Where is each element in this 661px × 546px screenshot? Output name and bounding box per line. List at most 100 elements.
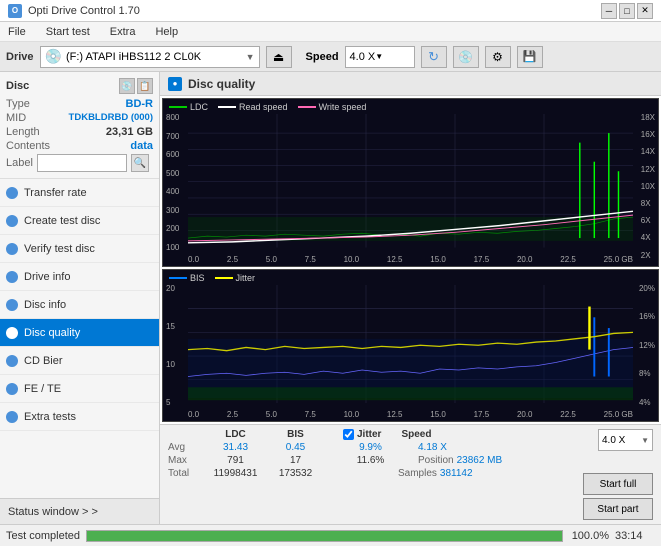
jitter-header: Jitter	[357, 429, 381, 440]
bis-legend: BIS	[169, 273, 205, 283]
speed-select-box[interactable]: 4.0 X ▼	[598, 429, 653, 451]
col-ldc-header: LDC	[203, 429, 268, 440]
nav-drive-info[interactable]: Drive info	[0, 263, 159, 291]
close-button[interactable]: ✕	[637, 3, 653, 19]
total-label: Total	[168, 468, 203, 479]
bottom-chart: BIS Jitter 20% 16% 12% 8% 4%	[162, 269, 659, 422]
mid-value: TDKBLDRBD (000)	[69, 112, 153, 124]
progress-section: Test completed 100.0% 33:14	[0, 524, 661, 546]
nav-cd-bier[interactable]: CD Bier	[0, 347, 159, 375]
type-value: BD-R	[126, 98, 154, 110]
menu-extra[interactable]: Extra	[106, 24, 140, 40]
app-icon: O	[8, 4, 22, 18]
disc-type-row: Type BD-R	[6, 98, 153, 110]
drive-info-icon	[6, 271, 18, 283]
window-controls: ─ □ ✕	[601, 3, 653, 19]
top-chart-legend: LDC Read speed Write speed	[169, 102, 366, 112]
bottom-controls: LDC BIS Jitter Speed Avg 31.43	[160, 424, 661, 524]
speed-select[interactable]: 4.0 X ▼	[345, 46, 415, 68]
contents-label: Contents	[6, 140, 50, 152]
jitter-legend: Jitter	[215, 273, 256, 283]
top-chart: LDC Read speed Write speed 18X 16X 14X	[162, 98, 659, 267]
read-speed-legend-label: Read speed	[239, 102, 288, 112]
bottom-chart-legend: BIS Jitter	[169, 273, 255, 283]
transfer-rate-icon	[6, 187, 18, 199]
nav-fe-te[interactable]: FE / TE	[0, 375, 159, 403]
type-label: Type	[6, 98, 30, 110]
jitter-checkbox-area: Jitter	[343, 429, 381, 440]
status-window-label: Status window > >	[8, 506, 98, 518]
menu-file[interactable]: File	[4, 24, 30, 40]
jitter-checkbox[interactable]	[343, 429, 354, 440]
disc-info-icon	[6, 299, 18, 311]
start-full-button[interactable]: Start full	[583, 473, 653, 495]
drive-select[interactable]: 💿 (F:) ATAPI iHBS112 2 CL0K ▼	[40, 46, 260, 68]
verify-test-disc-icon	[6, 243, 18, 255]
panel-icon: ●	[168, 77, 182, 91]
save-button[interactable]: 💾	[517, 46, 543, 68]
speed-label: Speed	[306, 51, 339, 63]
speed-select-value: 4.0 X	[602, 435, 625, 446]
bis-legend-label: BIS	[190, 273, 205, 283]
jitter-max: 11.6%	[343, 455, 398, 466]
progress-bar-fill	[87, 531, 562, 541]
label-button[interactable]: 🔍	[131, 154, 149, 172]
nav-verify-test-disc[interactable]: Verify test disc	[0, 235, 159, 263]
maximize-button[interactable]: □	[619, 3, 635, 19]
samples-label: Samples	[398, 468, 437, 479]
dropdown-arrow-icon: ▼	[246, 52, 255, 62]
max-label: Max	[168, 455, 203, 466]
read-speed-legend: Read speed	[218, 102, 288, 112]
create-test-disc-icon	[6, 215, 18, 227]
jitter-legend-label: Jitter	[236, 273, 256, 283]
charts-container: LDC Read speed Write speed 18X 16X 14X	[160, 96, 661, 424]
ldc-legend-label: LDC	[190, 102, 208, 112]
nav-disc-quality[interactable]: Disc quality	[0, 319, 159, 347]
bis-total: 173532	[268, 468, 323, 479]
nav-extra-tests-label: Extra tests	[24, 411, 76, 423]
label-label: Label	[6, 157, 33, 169]
bottom-chart-svg	[188, 285, 633, 403]
nav-disc-info[interactable]: Disc info	[0, 291, 159, 319]
settings-button[interactable]: ⚙	[485, 46, 511, 68]
minimize-button[interactable]: ─	[601, 3, 617, 19]
bottom-chart-y-axis-right: 20% 16% 12% 8% 4%	[639, 270, 655, 421]
nav-drive-info-label: Drive info	[24, 271, 70, 283]
ldc-avg: 31.43	[203, 442, 268, 453]
disc-button[interactable]: 💿	[453, 46, 479, 68]
ldc-legend-line	[169, 106, 187, 108]
progress-time: 33:14	[615, 530, 655, 542]
nav-fe-te-label: FE / TE	[24, 383, 61, 395]
right-controls: 4.0 X ▼ Start full Start part	[583, 429, 653, 520]
disc-label-row: Label 🔍	[6, 154, 153, 172]
menu-help[interactable]: Help	[151, 24, 182, 40]
nav-cd-bier-label: CD Bier	[24, 355, 63, 367]
eject-button[interactable]: ⏏	[266, 46, 292, 68]
bottom-chart-x-axis: 0.0 2.5 5.0 7.5 10.0 12.5 15.0 17.5 20.0…	[188, 410, 633, 419]
sidebar: Disc 💿 📋 Type BD-R MID TDKBLDRBD (000) L…	[0, 72, 160, 524]
nav-disc-info-label: Disc info	[24, 299, 66, 311]
menu-start-test[interactable]: Start test	[42, 24, 94, 40]
bottom-chart-y-axis-left: 20 15 10 5	[166, 270, 175, 421]
nav-transfer-rate[interactable]: Transfer rate	[0, 179, 159, 207]
refresh-button[interactable]: ↻	[421, 46, 447, 68]
disc-section-title: Disc	[6, 80, 29, 92]
bis-legend-line	[169, 277, 187, 279]
ldc-max: 791	[203, 455, 268, 466]
label-input[interactable]	[37, 154, 127, 172]
length-label: Length	[6, 126, 40, 138]
nav-extra-tests[interactable]: Extra tests	[0, 403, 159, 431]
disc-icon2[interactable]: 📋	[137, 78, 153, 94]
nav-transfer-rate-label: Transfer rate	[24, 187, 87, 199]
menu-bar: File Start test Extra Help	[0, 22, 661, 42]
nav-create-test-disc[interactable]: Create test disc	[0, 207, 159, 235]
status-window-button[interactable]: Status window > >	[0, 498, 159, 524]
read-speed-legend-line	[218, 106, 236, 108]
disc-icon1[interactable]: 💿	[119, 78, 135, 94]
start-part-button[interactable]: Start part	[583, 498, 653, 520]
extra-tests-icon	[6, 411, 18, 423]
avg-label: Avg	[168, 442, 203, 453]
progress-bar-container	[86, 530, 563, 542]
disc-icons: 💿 📋	[119, 78, 153, 94]
jitter-legend-line	[215, 277, 233, 279]
